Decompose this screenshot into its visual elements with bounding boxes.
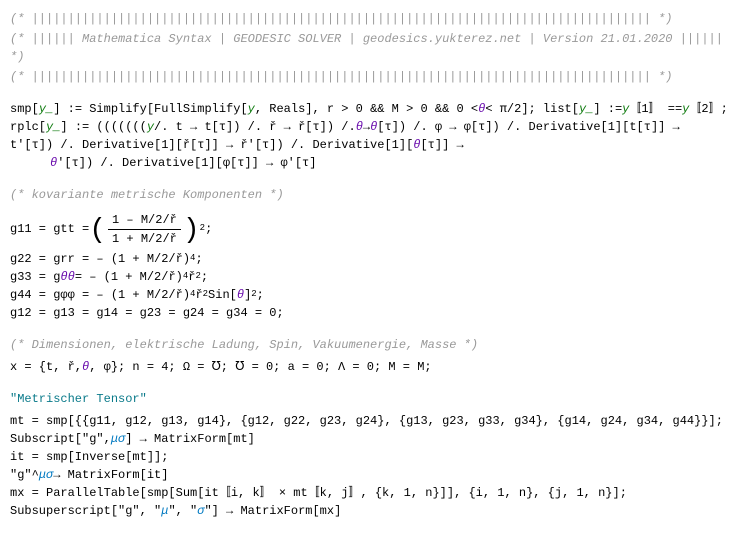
code-text: → MatrixForm[it] [53, 466, 168, 484]
var-y: y [147, 118, 154, 136]
code-text: ; [257, 286, 264, 304]
x-def-line: x = {t, ř, θ , φ}; n = 4; Ω = ℧; ℧ = 0; … [10, 358, 740, 376]
code-text: , Reals], r > 0 && M > 0 && 0 < [255, 100, 478, 118]
code-text: ř [188, 268, 195, 286]
mt-title: "Metrischer Tensor" [10, 390, 740, 408]
var-y: y [682, 100, 689, 118]
g22-line: g22 = grr = – (1 + M/2/ř) 4 ; [10, 250, 740, 268]
rplc-line-2: t'[τ]) /. Derivative[1][ř[τ]] → ř'[τ]) /… [10, 136, 740, 154]
var-y: y [622, 100, 629, 118]
code-text: 〚1〛 == [629, 100, 682, 118]
code-text: [τ]) /. φ → φ[τ]) /. Derivative[1][t[τ]]… [377, 118, 679, 136]
code-text: g44 = gφφ = – (1 + M/2/ř) [10, 286, 190, 304]
g11-line: g11 = gtt = ( 1 – M/2/ř 1 + M/2/ř ) 2 ; [10, 208, 740, 250]
code-text: smp[ [10, 100, 39, 118]
code-text: ; [201, 268, 208, 286]
smp-def-line: smp[ y_ ] := Simplify[FullSimplify[ y , … [10, 100, 740, 118]
code-text: t'[τ]) /. Derivative[1][ř[τ]] → ř'[τ]) /… [10, 136, 413, 154]
arg-y: y_ [46, 118, 60, 136]
arg-y: y_ [579, 100, 593, 118]
mt-line: mt = smp[{{g11, g12, g13, g14}, {g12, g2… [10, 412, 740, 430]
code-text: [τ]] → [420, 136, 463, 154]
code-text: "] → MatrixForm[mx] [204, 502, 341, 520]
code-text: ", " [168, 502, 197, 520]
code-text: , φ}; n = 4; Ω = ℧; ℧ = 0; a = 0; Λ = 0;… [89, 358, 431, 376]
code-text: 〚2〛; [689, 100, 727, 118]
code-text: ] := ((((((( [60, 118, 146, 136]
code-text: Subscript["g", [10, 430, 111, 448]
theta-sym: θ [237, 286, 244, 304]
gzero-line: g12 = g13 = g14 = g23 = g24 = g34 = 0; [10, 304, 740, 322]
code-document: (* |||||||||||||||||||||||||||||||||||||… [0, 0, 750, 530]
theta-sym: θ [82, 358, 89, 376]
g44-line: g44 = gφφ = – (1 + M/2/ř) 4 ř 2 Sin[ θ ]… [10, 286, 740, 304]
metric-comment: (* kovariante metrische Komponenten *) [10, 186, 740, 204]
header-bar-bottom: (* |||||||||||||||||||||||||||||||||||||… [10, 68, 740, 86]
code-text: '[τ]) /. Derivative[1][φ[τ]] → φ'[τ] [57, 154, 316, 172]
header-bar-top: (* |||||||||||||||||||||||||||||||||||||… [10, 10, 740, 28]
code-text: < π/2]; list[ [485, 100, 579, 118]
code-text: g11 = gtt = [10, 220, 89, 238]
code-text: "g"^ [10, 466, 39, 484]
mu-sym: μ [161, 502, 168, 520]
code-text: Subsuperscript["g", " [10, 502, 161, 520]
paren-left-icon: ( [89, 210, 106, 252]
code-text: Sin[ [208, 286, 237, 304]
code-text: /. t → t[τ]) /. ř → ř[τ]) /. [154, 118, 356, 136]
header-title: (* |||||| Mathematica Syntax | GEODESIC … [10, 30, 740, 66]
code-text: → [363, 118, 370, 136]
g-up-line: "g"^ μσ → MatrixForm[it] [10, 466, 740, 484]
rplc-line-3: θ '[τ]) /. Derivative[1][φ[τ]] → φ'[τ] [10, 154, 740, 172]
subsuper-line: Subsuperscript["g", " μ ", " σ "] → Matr… [10, 502, 740, 520]
dim-comment: (* Dimensionen, elektrische Ladung, Spin… [10, 336, 740, 354]
code-text: ] := [593, 100, 622, 118]
fraction-num: 1 – M/2/ř [108, 211, 181, 230]
it-line: it = smp[Inverse[mt]]; [10, 448, 740, 466]
theta-sym: θ [356, 118, 363, 136]
code-text: g33 = g [10, 268, 60, 286]
code-text: ] → MatrixForm[mt] [125, 430, 255, 448]
code-text: g22 = grr = – (1 + M/2/ř) [10, 250, 190, 268]
g33-line: g33 = g θ θ = – (1 + M/2/ř) 4 ř 2 ; [10, 268, 740, 286]
paren-right-icon: ) [183, 210, 200, 252]
mu-sigma: μσ [39, 466, 53, 484]
theta-sym: θ [60, 268, 67, 286]
code-text: x = {t, ř, [10, 358, 82, 376]
theta-sym: θ [478, 100, 485, 118]
fraction: 1 – M/2/ř 1 + M/2/ř [108, 211, 181, 248]
theta-sym: θ [413, 136, 420, 154]
theta-sym: θ [68, 268, 75, 286]
mu-sigma: μσ [111, 430, 125, 448]
sigma-sym: σ [197, 502, 204, 520]
subscript-line-1: Subscript["g", μσ ] → MatrixForm[mt] [10, 430, 740, 448]
arg-y: y_ [39, 100, 53, 118]
code-text: ; [205, 220, 212, 238]
fraction-den: 1 + M/2/ř [108, 230, 181, 248]
code-text: ] [244, 286, 251, 304]
code-text: ř [195, 286, 202, 304]
code-text: ; [195, 250, 202, 268]
code-text: = – (1 + M/2/ř) [75, 268, 183, 286]
rplc-line-1: rplc[ y_ ] := ((((((( y /. t → t[τ]) /. … [10, 118, 740, 136]
var-y: y [248, 100, 255, 118]
code-text: ] := Simplify[FullSimplify[ [53, 100, 247, 118]
mx-line: mx = ParallelTable[smp[Sum[it〚i, k〛 × mt… [10, 484, 740, 502]
theta-sym: θ [50, 154, 57, 172]
code-text: rplc[ [10, 118, 46, 136]
theta-sym: θ [370, 118, 377, 136]
